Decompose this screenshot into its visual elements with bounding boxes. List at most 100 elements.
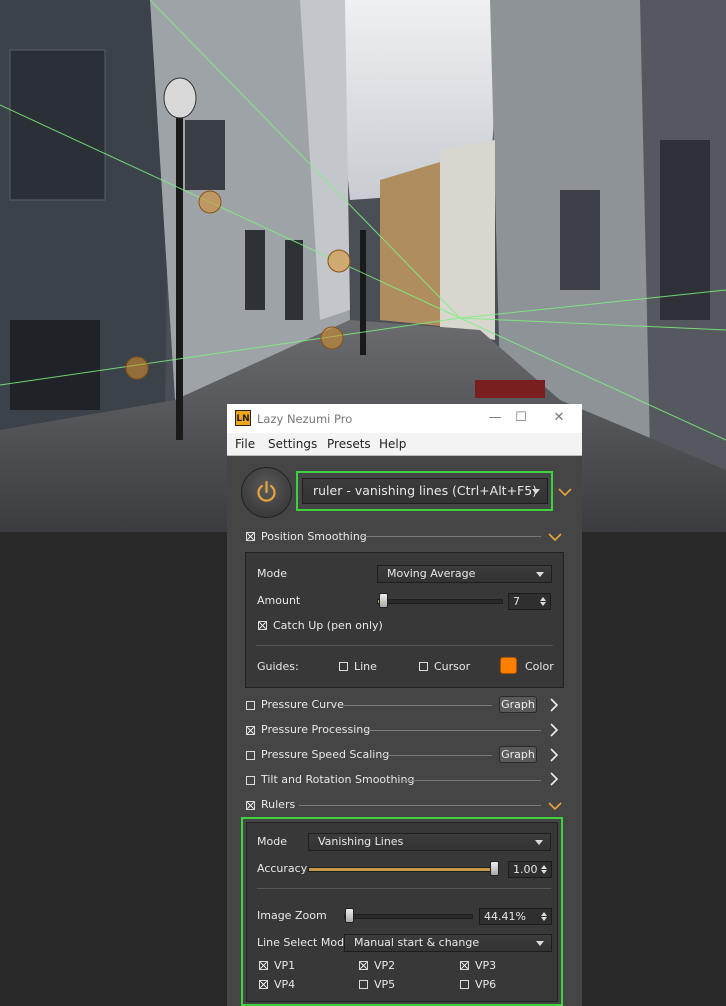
- lazy-nezumi-window: LN Lazy Nezumi Pro — ☐ ✕ File Settings P…: [227, 404, 582, 1006]
- divider: [344, 705, 492, 706]
- rulers-checkbox[interactable]: [246, 801, 255, 810]
- divider: [402, 780, 541, 781]
- rulers-label: Rulers: [261, 798, 296, 811]
- chevron-down-icon[interactable]: [536, 941, 544, 946]
- pressure-speed-label: Pressure Speed Scaling: [261, 748, 390, 761]
- accuracy-slider-fill: [309, 868, 495, 871]
- menu-help[interactable]: Help: [379, 437, 406, 451]
- window-title: Lazy Nezumi Pro: [257, 412, 353, 426]
- expand-arrow-right-icon[interactable]: [549, 697, 559, 713]
- line-select-mode-select[interactable]: Manual start & change: [344, 934, 552, 952]
- menu-settings[interactable]: Settings: [268, 437, 317, 451]
- expand-arrow-right-icon[interactable]: [549, 747, 559, 763]
- guide-line-label: Line: [354, 660, 377, 673]
- image-zoom-slider[interactable]: [344, 914, 473, 919]
- menu-bar: File Settings Presets Help: [227, 433, 582, 456]
- line-select-label: Line Select Mode: [257, 936, 351, 949]
- catch-up-label: Catch Up (pen only): [273, 619, 383, 632]
- ruler-mode-value: Vanishing Lines: [318, 835, 404, 848]
- preset-select[interactable]: ruler - vanishing lines (Ctrl+Alt+F5): [302, 478, 548, 504]
- catch-up-checkbox[interactable]: [258, 621, 267, 630]
- app-icon: LN: [235, 410, 251, 426]
- vp4-checkbox[interactable]: [259, 980, 268, 989]
- vp6-checkbox[interactable]: [460, 980, 469, 989]
- collapse-chevron-icon[interactable]: [547, 800, 563, 812]
- vp1-label: VP1: [274, 959, 296, 972]
- guides-label: Guides:: [257, 660, 299, 673]
- title-bar[interactable]: LN Lazy Nezumi Pro — ☐ ✕: [227, 404, 582, 433]
- image-zoom-value: 44.41%: [484, 910, 526, 923]
- chevron-down-icon: [536, 572, 544, 577]
- spin-down-icon[interactable]: [541, 917, 547, 921]
- accuracy-label: Accuracy: [257, 862, 308, 875]
- accuracy-value: 1.00: [513, 863, 538, 876]
- vp1-checkbox[interactable]: [259, 961, 268, 970]
- divider: [381, 755, 492, 756]
- menu-presets[interactable]: Presets: [327, 437, 371, 451]
- position-smoothing-label: Position Smoothing: [261, 530, 367, 543]
- ruler-mode-label: Mode: [257, 835, 287, 848]
- amount-slider[interactable]: [377, 599, 503, 604]
- mode-label: Mode: [257, 567, 287, 580]
- vp5-checkbox[interactable]: [359, 980, 368, 989]
- power-icon: [257, 480, 276, 502]
- chevron-down-icon: [532, 489, 540, 494]
- image-zoom-label: Image Zoom: [257, 909, 327, 922]
- rulers-panel: Mode Vanishing Lines Accuracy 1.00 Image…: [246, 822, 558, 1002]
- amount-label: Amount: [257, 594, 301, 607]
- pressure-speed-graph-button[interactable]: Graph: [499, 746, 537, 763]
- vp3-checkbox[interactable]: [460, 961, 469, 970]
- guide-cursor-label: Cursor: [434, 660, 471, 673]
- divider: [257, 888, 551, 889]
- divider: [256, 645, 553, 646]
- expand-arrow-right-icon[interactable]: [549, 722, 559, 738]
- vp6-label: VP6: [475, 978, 497, 991]
- accuracy-slider[interactable]: [308, 867, 496, 872]
- spin-up-icon[interactable]: [540, 597, 546, 601]
- smoothing-mode-value: Moving Average: [387, 567, 476, 580]
- position-smoothing-checkbox[interactable]: [246, 532, 255, 541]
- vp2-label: VP2: [374, 959, 396, 972]
- pressure-curve-checkbox[interactable]: [246, 701, 255, 710]
- pressure-processing-label: Pressure Processing: [261, 723, 371, 736]
- spin-up-icon[interactable]: [541, 912, 547, 916]
- preset-expand-chevron-icon[interactable]: [557, 486, 573, 498]
- vp2-checkbox[interactable]: [359, 961, 368, 970]
- accuracy-spinbox[interactable]: 1.00: [508, 861, 552, 878]
- tilt-rotation-label: Tilt and Rotation Smoothing: [261, 773, 415, 786]
- spin-down-icon[interactable]: [541, 870, 547, 874]
- amount-spinbox[interactable]: 7: [508, 593, 551, 610]
- maximize-button[interactable]: ☐: [511, 410, 531, 426]
- pressure-curve-graph-button[interactable]: Graph: [499, 696, 537, 713]
- close-button[interactable]: ✕: [549, 410, 569, 426]
- vp5-label: VP5: [374, 978, 396, 991]
- position-smoothing-panel: Mode Moving Average Amount 7 Catch Up (p…: [245, 552, 564, 688]
- image-zoom-spinbox[interactable]: 44.41%: [479, 908, 552, 925]
- ruler-mode-select[interactable]: Vanishing Lines: [308, 833, 551, 851]
- guide-color-label: Color: [525, 660, 554, 673]
- vp3-label: VP3: [475, 959, 497, 972]
- pressure-processing-checkbox[interactable]: [246, 726, 255, 735]
- image-zoom-slider-thumb[interactable]: [345, 908, 354, 923]
- divider: [365, 730, 541, 731]
- collapse-chevron-icon[interactable]: [547, 531, 563, 543]
- spin-down-icon[interactable]: [540, 602, 546, 606]
- preset-value: ruler - vanishing lines (Ctrl+Alt+F5): [313, 483, 538, 498]
- amount-value: 7: [513, 595, 520, 608]
- tilt-rotation-checkbox[interactable]: [246, 776, 255, 785]
- expand-arrow-right-icon[interactable]: [549, 771, 559, 787]
- menu-file[interactable]: File: [235, 437, 255, 451]
- smoothing-mode-select[interactable]: Moving Average: [377, 565, 552, 583]
- power-button[interactable]: [241, 467, 292, 518]
- minimize-button[interactable]: —: [485, 410, 505, 426]
- pressure-speed-checkbox[interactable]: [246, 751, 255, 760]
- accuracy-slider-thumb[interactable]: [490, 861, 499, 876]
- pressure-curve-label: Pressure Curve: [261, 698, 344, 711]
- guide-color-swatch[interactable]: [500, 657, 517, 674]
- chevron-down-icon[interactable]: [535, 840, 543, 845]
- amount-slider-thumb[interactable]: [379, 593, 388, 608]
- divider: [299, 805, 541, 806]
- guide-cursor-checkbox[interactable]: [419, 662, 428, 671]
- guide-line-checkbox[interactable]: [339, 662, 348, 671]
- spin-up-icon[interactable]: [541, 865, 547, 869]
